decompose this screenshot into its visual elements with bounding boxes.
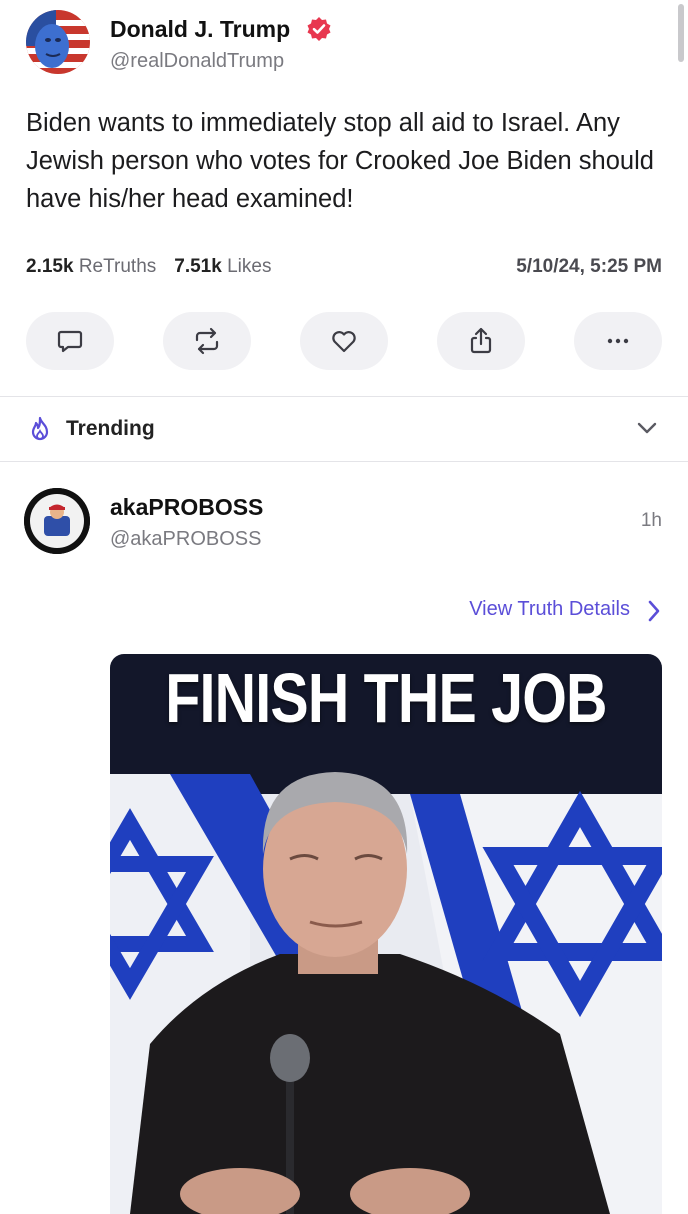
retruth-button[interactable]: [163, 312, 251, 370]
post-stats: 2.15k ReTruths 7.51k Likes: [26, 256, 271, 278]
chevron-right-icon[interactable]: [646, 598, 662, 624]
trending-post-time: 1h: [640, 510, 662, 531]
trending-author-avatar[interactable]: [24, 488, 90, 554]
trending-header[interactable]: Trending: [0, 398, 688, 460]
trending-author-name[interactable]: akaPROBOSS: [110, 494, 263, 521]
author-avatar[interactable]: [26, 10, 90, 74]
author-name[interactable]: Donald J. Trump: [110, 16, 290, 43]
likes-label[interactable]: Likes: [227, 256, 271, 277]
retruths-count[interactable]: 2.15k: [26, 256, 74, 277]
post-text: Biden wants to immediately stop all aid …: [26, 109, 654, 213]
post-timestamp: 5/10/24, 5:25 PM: [516, 256, 662, 277]
scrollbar[interactable]: [678, 4, 684, 62]
image-caption: FINISH THE JOB: [165, 659, 607, 737]
more-button[interactable]: [574, 312, 662, 370]
author-handle[interactable]: @realDonaldTrump: [110, 50, 284, 73]
flame-icon: [31, 416, 49, 441]
retruth-icon: [195, 327, 219, 355]
likes-count[interactable]: 7.51k: [174, 256, 222, 277]
post-image[interactable]: FINISH THE JOB: [110, 654, 662, 1214]
reply-button[interactable]: [26, 312, 114, 370]
trending-label: Trending: [66, 417, 155, 440]
comment-icon: [57, 330, 83, 353]
divider: [0, 396, 688, 397]
chevron-down-icon[interactable]: [636, 420, 658, 436]
more-icon: [607, 338, 629, 344]
share-icon: [470, 327, 492, 354]
like-button[interactable]: [300, 312, 388, 370]
share-button[interactable]: [437, 312, 525, 370]
view-truth-details-link[interactable]: View Truth Details: [469, 598, 630, 621]
trending-post: akaPROBOSS @akaPROBOSS 1h View Truth Det…: [0, 462, 688, 1214]
retruths-label[interactable]: ReTruths: [79, 256, 156, 277]
heart-icon: [332, 331, 356, 353]
action-bar: [26, 312, 662, 370]
verified-badge-icon: [307, 17, 331, 41]
trending-author-handle[interactable]: @akaPROBOSS: [110, 528, 261, 551]
